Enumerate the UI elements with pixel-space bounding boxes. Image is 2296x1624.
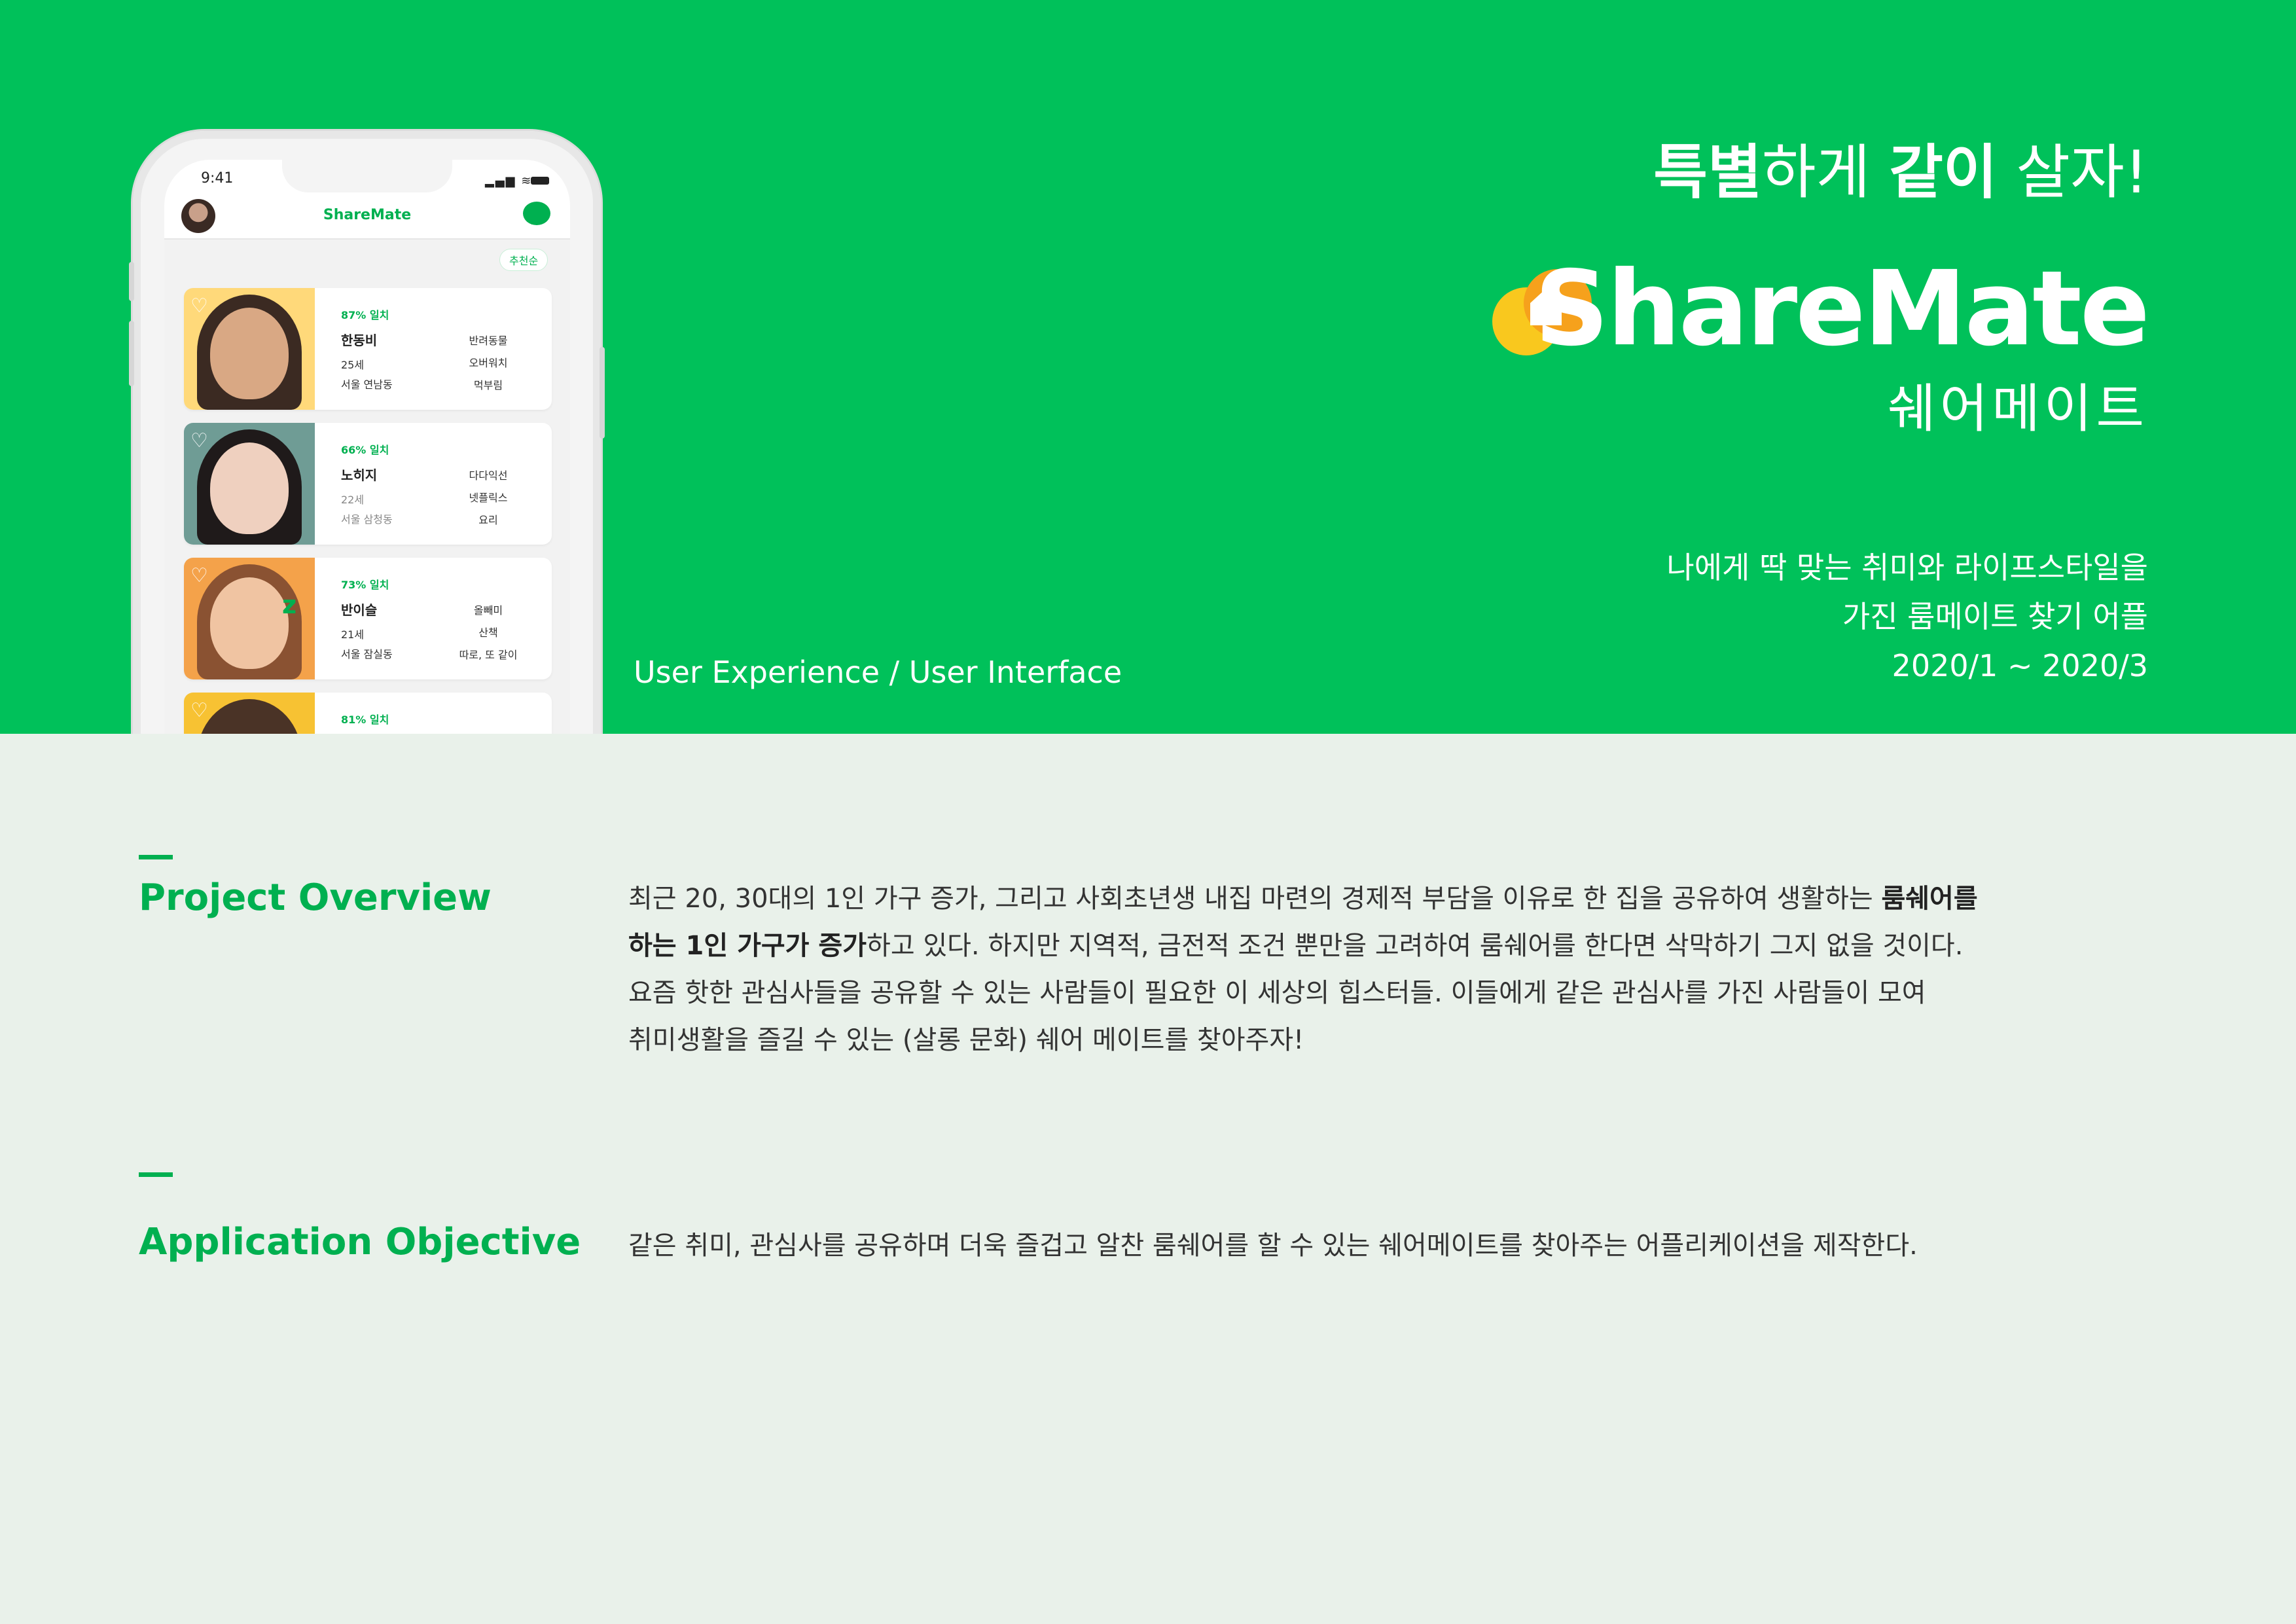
profile-name: 반이슬	[341, 602, 378, 618]
profile-photo: ♡	[184, 423, 315, 545]
profile-tag: 반려동물	[469, 334, 508, 347]
profile-tag: 산책	[478, 626, 498, 639]
phone-notch	[282, 160, 452, 192]
phone-side-button	[600, 347, 605, 439]
signal-icon: ▂▄▆ ≋	[485, 174, 533, 188]
objective-title: Application Objective	[139, 1221, 581, 1263]
app-description: 나에게 딱 맞는 취미와 라이프스타일을 가진 룸메이트 찾기 어플 2020/…	[1666, 543, 2148, 691]
overview-text: 하고 있다. 하지만 지역적, 금전적 조건 뿐만을 고려하여 룸쉐어를 한다면…	[867, 931, 1964, 961]
profile-face	[210, 442, 289, 534]
match-rate: 73% 일치	[341, 579, 389, 591]
hero-banner: 9:41 ▂▄▆ ≋ ShareMate 추천순 ♡ 87% 일치 한동비 25…	[0, 0, 2296, 734]
match-rate: 81% 일치	[341, 713, 389, 726]
overview-highlight: 룸쉐어를	[1881, 884, 1978, 914]
profile-name: 한동비	[341, 333, 378, 348]
slogan-text: 하게	[1761, 138, 1890, 207]
battery-icon	[531, 177, 549, 185]
slogan: 특별하게 같이 살자!	[1653, 124, 2148, 209]
overview-text: 최근 20, 30대의 1인 가구 증가, 그리고 사회초년생 내집 마련의 경…	[628, 884, 1882, 914]
profile-hair	[197, 699, 302, 734]
profile-age: 21세	[341, 628, 365, 641]
app-title: ShareMate	[323, 207, 412, 223]
sleep-icon: z	[282, 590, 297, 619]
profile-tag: 넷플릭스	[469, 492, 508, 504]
heart-icon[interactable]: ♡	[190, 564, 208, 587]
overview-text: 요즘 핫한 관심사들을 공유할 수 있는 사람들이 필요한 이 세상의 힙스터들…	[628, 978, 1926, 1008]
phone-side-button	[129, 321, 134, 386]
logo-wordmark: ShareMate	[1534, 249, 2150, 369]
profile-photo: ♡	[184, 693, 315, 734]
logo-korean: 쉐어메이트	[1888, 378, 2148, 439]
content-section: Project Overview 최근 20, 30대의 1인 가구 증가, 그…	[0, 734, 2296, 1624]
ux-ui-label: User Experience / User Interface	[634, 655, 1122, 690]
phone-mockup: 9:41 ▂▄▆ ≋ ShareMate 추천순 ♡ 87% 일치 한동비 25…	[129, 131, 605, 734]
slogan-bold: 특별	[1653, 138, 1762, 207]
overview-body: 최근 20, 30대의 1인 가구 증가, 그리고 사회초년생 내집 마련의 경…	[628, 875, 1990, 1064]
heart-icon[interactable]: ♡	[190, 295, 208, 317]
profile-card[interactable]: ♡ 81% 일치	[184, 693, 552, 734]
app-bar: ShareMate	[164, 192, 570, 240]
section-accent	[139, 1172, 173, 1177]
overview-highlight: 하는 1인 가구가 증가	[628, 931, 867, 961]
phone-side-button	[129, 262, 134, 301]
profile-tags: 올빼미 산책 따로, 또 같이	[446, 600, 531, 666]
phone-screen: 9:41 ▂▄▆ ≋ ShareMate 추천순 ♡ 87% 일치 한동비 25…	[164, 160, 570, 734]
profile-name: 노히지	[341, 467, 378, 483]
profile-age: 25세	[341, 359, 365, 371]
overview-title: Project Overview	[139, 876, 492, 919]
description-line: 가진 룸메이트 찾기 어플	[1842, 599, 2148, 634]
profile-tag: 올빼미	[473, 604, 503, 617]
profile-tag: 따로, 또 같이	[459, 649, 518, 661]
description-line: 나에게 딱 맞는 취미와 라이프스타일을	[1666, 550, 2148, 585]
match-rate: 87% 일치	[341, 309, 389, 321]
heart-icon[interactable]: ♡	[190, 699, 208, 722]
profile-tag: 요리	[478, 514, 498, 526]
profile-card[interactable]: ♡ 87% 일치 한동비 25세 서울 연남동 반려동물 오버워치 먹부림	[184, 288, 552, 410]
profile-location: 서울 잠실동	[341, 648, 393, 660]
project-period: 2020/1 ~ 2020/3	[1892, 648, 2148, 683]
profile-location: 서울 연남동	[341, 378, 393, 391]
profile-tag: 먹부림	[473, 379, 503, 391]
chat-icon[interactable]	[523, 202, 550, 225]
overview-text: 취미생활을 즐길 수 있는 (살롱 문화) 쉐어 메이트를 찾아주자!	[628, 1025, 1304, 1055]
profile-age: 22세	[341, 494, 365, 506]
objective-body: 같은 취미, 관심사를 공유하며 더욱 즐겁고 알찬 룸쉐어를 할 수 있는 쉐…	[628, 1231, 1918, 1261]
status-time: 9:41	[201, 170, 234, 187]
slogan-text: 살자!	[1997, 138, 2148, 207]
slogan-bold: 같이	[1889, 138, 1998, 207]
heart-icon[interactable]: ♡	[190, 429, 208, 452]
profile-card[interactable]: z ♡ 73% 일치 반이슬 21세 서울 잠실동 올빼미 산책 따로, 또 같…	[184, 558, 552, 679]
profile-tag: 다다익선	[469, 469, 508, 482]
profile-photo: ♡	[184, 288, 315, 410]
section-accent	[139, 855, 173, 859]
sort-chip[interactable]: 추천순	[499, 249, 548, 271]
profile-tags: 반려동물 오버워치 먹부림	[446, 330, 531, 397]
profile-face	[210, 308, 289, 399]
match-rate: 66% 일치	[341, 444, 389, 456]
profile-photo: z ♡	[184, 558, 315, 679]
profile-face	[210, 577, 289, 669]
profile-tag: 오버워치	[469, 357, 508, 369]
profile-card[interactable]: ♡ 66% 일치 노히지 22세 서울 삼청동 다다익선 넷플릭스 요리	[184, 423, 552, 545]
profile-location: 서울 삼청동	[341, 513, 393, 526]
profile-tags: 다다익선 넷플릭스 요리	[446, 465, 531, 532]
